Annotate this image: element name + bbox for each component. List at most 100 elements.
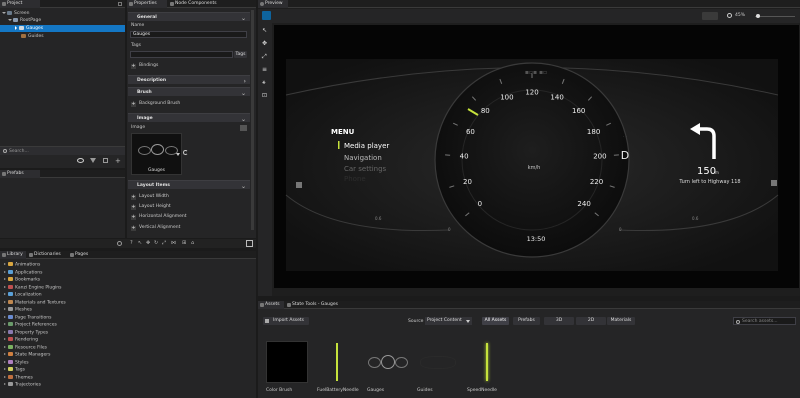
expand-arrow-icon[interactable] bbox=[4, 293, 6, 295]
filter-3d[interactable]: 3D bbox=[544, 317, 574, 325]
asset-gauges[interactable] bbox=[367, 341, 409, 383]
menu-item-car-settings[interactable]: Car settings bbox=[344, 165, 387, 173]
library-item[interactable]: Resource Files bbox=[4, 344, 47, 352]
tab-node-components[interactable]: Node Components bbox=[168, 0, 228, 8]
filter-prefabs[interactable]: Prefabs bbox=[513, 317, 540, 325]
tags-button[interactable]: Tags bbox=[234, 51, 247, 58]
tab-pages[interactable]: Pages bbox=[68, 251, 100, 259]
library-item[interactable]: Page Transitions bbox=[4, 314, 51, 322]
add-icon[interactable]: + bbox=[131, 195, 136, 200]
tree-item-guides[interactable]: Guides bbox=[21, 33, 44, 40]
vertical-alignment-row[interactable]: + Vertical Alignment bbox=[128, 224, 180, 232]
library-item[interactable]: Localization bbox=[4, 292, 42, 299]
tab-properties[interactable]: Properties bbox=[127, 0, 167, 8]
crop-tool-icon[interactable]: ⊡ bbox=[262, 92, 267, 99]
grid-icon[interactable] bbox=[103, 158, 108, 163]
tab-library[interactable]: Library bbox=[0, 251, 26, 259]
camera-icon[interactable]: ⌂ bbox=[191, 240, 194, 246]
zoom-slider[interactable] bbox=[755, 16, 795, 17]
menu-item-navigation[interactable]: Navigation bbox=[344, 154, 382, 162]
transform-tool-icon[interactable]: ⤢ bbox=[262, 53, 267, 61]
asset-speed-needle[interactable] bbox=[467, 341, 509, 383]
expand-arrow-icon[interactable] bbox=[4, 345, 6, 348]
pan-icon[interactable] bbox=[117, 241, 122, 246]
filter-2d[interactable]: 2D bbox=[576, 317, 606, 325]
expand-arrow-icon[interactable] bbox=[2, 11, 6, 14]
layout-height-row[interactable]: + Layout Height bbox=[128, 203, 171, 211]
expand-arrow-icon[interactable] bbox=[4, 270, 6, 273]
library-item[interactable]: Themes bbox=[4, 374, 33, 382]
bindings-row[interactable]: + Bindings bbox=[128, 62, 158, 70]
background-brush-row[interactable]: + Background Brush bbox=[128, 100, 180, 108]
tab-preview[interactable]: Preview bbox=[258, 0, 288, 8]
tree-item-rootpage[interactable]: RootPage bbox=[8, 17, 41, 24]
section-description[interactable]: Description › bbox=[128, 75, 250, 85]
tab-dictionaries[interactable]: Dictionaries bbox=[27, 251, 67, 259]
layers-tool-icon[interactable]: ≡ bbox=[262, 66, 267, 73]
zoom-slider-handle[interactable] bbox=[756, 14, 760, 18]
expand-arrow-icon[interactable] bbox=[4, 360, 6, 363]
expand-arrow-icon[interactable] bbox=[4, 383, 6, 385]
layout-icon[interactable] bbox=[246, 240, 253, 247]
tree-item-gauges[interactable]: Gauges bbox=[0, 25, 125, 32]
library-item[interactable]: Property Types bbox=[4, 329, 48, 337]
expand-arrow-icon[interactable] bbox=[4, 330, 6, 333]
section-image[interactable]: Image ⌄ bbox=[128, 113, 250, 123]
layout-width-row[interactable]: + Layout Width bbox=[128, 193, 169, 201]
library-item[interactable]: Project References bbox=[4, 322, 57, 329]
zoom-icon[interactable] bbox=[727, 13, 732, 18]
section-layout-items[interactable]: Layout Items ⌄ bbox=[128, 180, 250, 190]
tab-project[interactable]: Project bbox=[0, 0, 40, 8]
move-icon[interactable]: ✥ bbox=[146, 240, 150, 246]
tab-state-tools[interactable]: State Tools - Gauges bbox=[285, 301, 365, 309]
filter-all-assets[interactable]: All Assets bbox=[482, 317, 509, 325]
panel-options-icon[interactable] bbox=[118, 2, 122, 6]
dashboard-render[interactable]: 0 20 40 60 80 100 120 140 160 180 200 220 240 km/h ▪… bbox=[274, 25, 799, 288]
expand-arrow-icon[interactable] bbox=[4, 308, 6, 310]
eye-icon[interactable] bbox=[77, 158, 84, 163]
properties-scrollbar[interactable] bbox=[251, 10, 254, 230]
library-item[interactable]: Rendering bbox=[4, 337, 38, 344]
assets-search-field[interactable]: Search assets... bbox=[733, 317, 796, 325]
expand-arrow-icon[interactable] bbox=[4, 323, 6, 325]
expand-arrow-icon[interactable] bbox=[15, 25, 17, 30]
eye-icon[interactable] bbox=[702, 12, 718, 20]
add-icon[interactable]: + bbox=[131, 205, 136, 210]
asset-color-brush[interactable] bbox=[266, 341, 308, 383]
expand-arrow-icon[interactable] bbox=[4, 338, 6, 340]
library-item[interactable]: Tags bbox=[4, 367, 25, 374]
asset-guides[interactable] bbox=[417, 341, 459, 383]
pointer-icon[interactable]: ↖ bbox=[138, 240, 142, 246]
horizontal-alignment-row[interactable]: + Horizontal Alignment bbox=[128, 213, 186, 221]
name-field[interactable]: Gauges bbox=[130, 31, 247, 38]
import-assets-button[interactable]: Import Assets bbox=[263, 317, 309, 325]
grid-snap-icon[interactable]: ⊞ bbox=[182, 240, 186, 246]
image-thumbnail[interactable]: Gauges bbox=[131, 133, 182, 175]
library-item[interactable]: Trajectories bbox=[4, 382, 41, 389]
library-item[interactable]: State Managers bbox=[4, 352, 50, 359]
expand-arrow-icon[interactable] bbox=[4, 263, 6, 265]
library-item[interactable]: Applications bbox=[4, 269, 43, 277]
menu-item-phone[interactable]: Phone bbox=[344, 175, 366, 183]
library-item[interactable]: Kanzi Engine Plugins bbox=[4, 284, 62, 292]
expand-arrow-icon[interactable] bbox=[4, 285, 6, 288]
rotate-icon[interactable]: ↻ bbox=[154, 240, 158, 246]
add-icon[interactable]: + bbox=[131, 64, 136, 69]
library-item[interactable]: Animations bbox=[4, 262, 40, 269]
add-icon[interactable]: + bbox=[131, 226, 136, 231]
image-settings-icon[interactable] bbox=[240, 125, 247, 131]
expand-arrow-icon[interactable] bbox=[4, 315, 6, 318]
expand-arrow-icon[interactable] bbox=[4, 300, 6, 303]
tags-field[interactable] bbox=[130, 51, 233, 58]
library-item[interactable]: Styles bbox=[4, 359, 29, 367]
refresh-icon[interactable] bbox=[183, 150, 188, 155]
add-node-icon[interactable]: + bbox=[115, 157, 121, 165]
source-dropdown[interactable]: Project Content bbox=[425, 317, 472, 325]
image-dropdown-icon[interactable] bbox=[176, 153, 180, 156]
flip-icon[interactable]: ⋈ bbox=[171, 240, 176, 246]
tab-prefabs[interactable]: Prefabs bbox=[0, 170, 40, 178]
expand-arrow-icon[interactable] bbox=[4, 368, 6, 370]
library-item[interactable]: Bookmarks bbox=[4, 277, 40, 284]
tab-assets[interactable]: Assets bbox=[258, 301, 284, 309]
filter-materials[interactable]: Materials bbox=[607, 317, 635, 325]
